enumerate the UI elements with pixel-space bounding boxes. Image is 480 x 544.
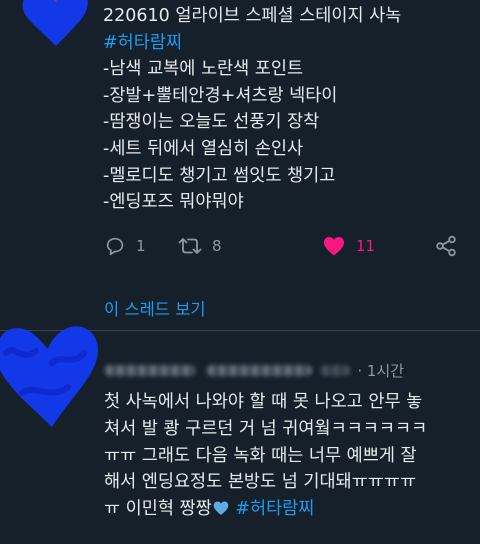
tweet-line: -세트 뒤에서 열심히 손인사 [103,138,304,159]
tweet-line: -멜로디도 챙기고 썸잇도 챙기고 [103,165,336,186]
reply-icon [106,237,124,256]
blue-heart-emoji [212,498,230,516]
like-count: 11 [356,237,376,255]
tweet-actions: 1 8 11 [104,231,464,261]
retweet-button[interactable]: 8 [178,231,222,261]
hashtag-link[interactable]: #허타람찌 [235,499,314,519]
handle-redacted[interactable] [206,364,312,376]
display-name-redacted[interactable] [104,364,196,376]
hashtag-link[interactable]: #허타람찌 [103,33,182,53]
scribble-cover [22,0,88,46]
retweet-count: 8 [212,237,222,255]
tweet-line: -엔딩포즈 뭐야뭐야 [103,192,244,213]
reply-count: 1 [136,237,146,255]
tweet-reply[interactable]: · 1시간 첫 사녹에서 나와야 할 때 못 나오고 안무 놓 쳐서 발 쾅 구… [0,326,480,544]
share-icon [436,235,456,257]
handle-redacted-tail [320,364,350,376]
tweet-line: -남색 교복에 노란색 포인트 [103,59,304,80]
reply-text: 첫 사녹에서 나와야 할 때 못 나오고 안무 놓 쳐서 발 쾅 구르던 거 넘… [104,389,474,523]
show-thread-link[interactable]: 이 스레드 보기 [104,296,206,320]
tweet-timestamp[interactable]: · 1시간 [357,360,404,381]
like-icon-filled [324,237,344,256]
tweet-line: 220610 얼라이브 스페셜 스테이지 사녹 [103,6,402,26]
avatar-scribbled[interactable] [0,323,104,431]
author-row: · 1시간 [104,359,474,381]
retweet-icon [178,238,202,254]
share-button[interactable] [434,231,458,261]
avatar-scribbled[interactable] [18,0,92,50]
tweet-line: -장발+뿔테안경+셔츠랑 넥타이 [103,85,338,106]
tweet-original[interactable]: 220610 얼라이브 스페셜 스테이지 사녹 #허타람찌 -남색 교복에 노란… [0,0,480,330]
tweet-line: -땀쟁이는 오늘도 선풍기 장착 [103,112,320,133]
scribble-cover [0,326,98,427]
like-button[interactable]: 11 [322,231,375,261]
tweet-text: 220610 얼라이브 스페셜 스테이지 사녹 #허타람찌 -남색 교복에 노란… [103,3,473,216]
reply-button[interactable]: 1 [104,231,146,261]
